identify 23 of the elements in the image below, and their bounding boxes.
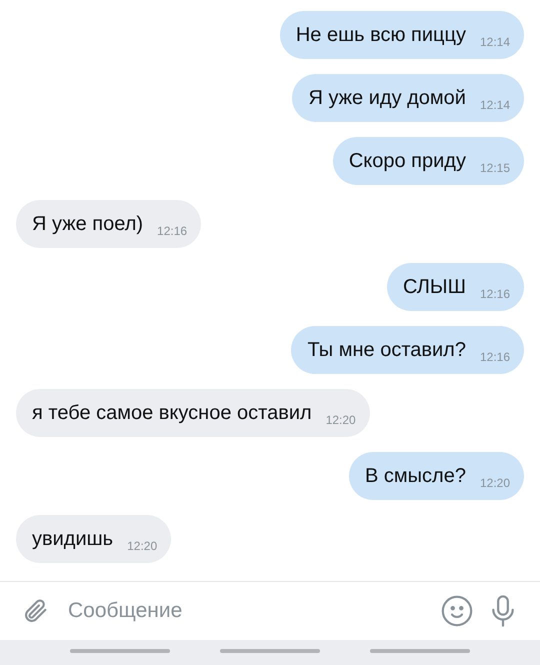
message-time: 12:16 (480, 350, 510, 364)
message-time: 12:20 (326, 413, 356, 427)
message-text: Я уже поел) (32, 212, 144, 236)
message-time: 12:14 (480, 98, 510, 112)
message-text: СЛЫШ (403, 276, 466, 298)
message-time: 12:14 (480, 35, 510, 49)
message-time: 12:15 (480, 161, 510, 175)
message-text: увидишь (32, 528, 114, 550)
message-text: Я уже иду домой (308, 86, 466, 110)
nav-handle[interactable] (70, 649, 170, 653)
message-text: я тебе самое вкусное оставил (32, 402, 312, 424)
message-time: 12:16 (157, 224, 188, 238)
message-input[interactable]: Сообщение (64, 599, 426, 623)
nav-handle[interactable] (220, 649, 320, 653)
nav-handle[interactable] (370, 649, 470, 653)
message-time: 12:20 (480, 476, 510, 490)
message-text: Скоро приду (348, 150, 466, 172)
smiley-icon[interactable] (440, 594, 474, 628)
message-time: 12:16 (480, 287, 510, 301)
message-text: Не ешь всю пиццу (296, 24, 466, 46)
message-time: 12:20 (127, 539, 158, 553)
message-text: В смысле? (365, 464, 466, 488)
message-text: Ты мне оставил? (307, 338, 466, 362)
